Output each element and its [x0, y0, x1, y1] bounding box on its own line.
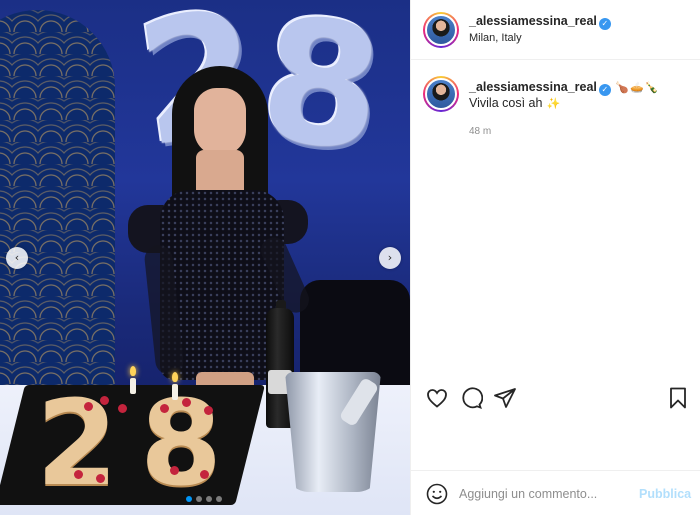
- publish-button[interactable]: Pubblica: [639, 487, 691, 501]
- raspberry: [84, 402, 93, 411]
- post-side-panel: _alessiamessina_real ✓ Milan, Italy _ales…: [410, 0, 700, 515]
- comment-icon[interactable]: [459, 386, 483, 410]
- raspberry: [100, 396, 109, 405]
- avatar[interactable]: [423, 76, 459, 112]
- raspberry: [200, 470, 209, 479]
- bookmark-icon[interactable]: [666, 386, 690, 410]
- username-link[interactable]: _alessiamessina_real ✓: [469, 14, 611, 30]
- raspberry: [160, 404, 169, 413]
- carousel-dot: [196, 496, 202, 502]
- carousel-dot: [216, 496, 222, 502]
- carousel-indicator: [186, 496, 222, 502]
- share-icon[interactable]: [493, 386, 517, 410]
- pie-emoji-icon: 🥧: [630, 81, 644, 94]
- instagram-post: 2 8 2 8 ‹ ›: [0, 0, 700, 515]
- carousel-dot: [206, 496, 212, 502]
- drumstick-emoji-icon: 🍗: [615, 81, 630, 94]
- raspberry: [204, 406, 213, 415]
- art-deco-arch-wall: [0, 10, 115, 430]
- candle: [172, 384, 178, 400]
- sparkles-emoji-icon: ✨: [546, 97, 561, 110]
- action-bar: [411, 380, 700, 416]
- caption-header: _alessiamessina_real ✓ 🍗🥧🍾: [469, 80, 658, 96]
- person-face: [194, 88, 246, 156]
- post-photo[interactable]: 2 8 2 8 ‹ ›: [0, 0, 410, 515]
- verified-badge-icon: ✓: [598, 84, 611, 96]
- avatar[interactable]: [423, 12, 459, 48]
- post-header: _alessiamessina_real ✓ Milan, Italy: [411, 0, 700, 60]
- next-photo-button[interactable]: ›: [379, 247, 401, 269]
- username-link[interactable]: _alessiamessina_real: [469, 80, 597, 94]
- raspberry: [170, 466, 179, 475]
- raspberry: [96, 474, 105, 483]
- raspberry: [74, 470, 83, 479]
- candle: [130, 378, 136, 394]
- champagne-emoji-icon: 🍾: [644, 81, 659, 94]
- previous-photo-button[interactable]: ‹: [6, 247, 28, 269]
- avatar-image: [425, 78, 457, 110]
- caption-text-line: Vivila così ah ✨: [469, 96, 561, 110]
- candle-flame: [130, 366, 136, 376]
- heart-icon[interactable]: [425, 386, 449, 410]
- carousel-dot-active: [186, 496, 192, 502]
- avatar-image: [425, 14, 457, 46]
- add-comment-bar: Pubblica: [411, 470, 700, 515]
- username-text: _alessiamessina_real: [469, 14, 597, 28]
- number-balloon: 8: [251, 0, 391, 190]
- candle-flame: [172, 372, 178, 382]
- caption-text: Vivila così ah: [469, 96, 543, 110]
- smiley-icon[interactable]: [425, 482, 449, 506]
- raspberry: [118, 404, 127, 413]
- verified-badge-icon: ✓: [598, 18, 611, 30]
- raspberry: [182, 398, 191, 407]
- location-link[interactable]: Milan, Italy: [469, 32, 522, 44]
- timestamp[interactable]: 48 m: [469, 126, 491, 137]
- comment-input[interactable]: [459, 481, 629, 507]
